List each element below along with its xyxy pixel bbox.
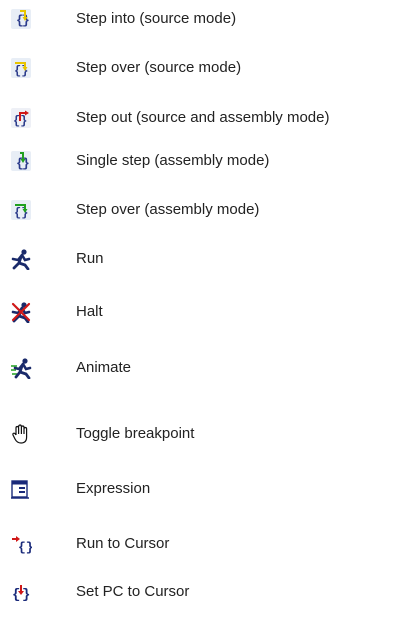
legend-row-step-out: {} Step out (source and assembly mode) — [0, 101, 417, 135]
hand-icon — [10, 423, 32, 445]
legend-label: Step over (source mode) — [76, 59, 242, 76]
legend-label: Set PC to Cursor — [76, 583, 190, 600]
legend-row-set-pc: { } Set PC to Cursor — [0, 575, 417, 609]
single-step-icon: { } — [10, 150, 32, 172]
legend-label: Run — [76, 250, 104, 267]
legend-row-run-to-cursor: {} Run to Cursor — [0, 527, 417, 561]
run-icon — [10, 248, 32, 270]
legend-label: Step over (assembly mode) — [76, 201, 260, 218]
legend-row-expression: Expression — [0, 472, 417, 506]
animate-icon — [10, 357, 32, 379]
legend-row-run: Run — [0, 242, 417, 276]
svg-text:{}: {} — [18, 540, 32, 555]
step-out-icon: {} — [10, 107, 32, 129]
svg-text:{: { — [12, 587, 20, 603]
svg-text:}: } — [22, 587, 30, 603]
legend-row-halt: Halt — [0, 295, 417, 329]
step-into-icon: { } — [10, 8, 32, 30]
legend-row-single-step: { } Single step (assembly mode) — [0, 144, 417, 178]
legend-row-animate: Animate — [0, 351, 417, 385]
legend-label: Toggle breakpoint — [76, 425, 195, 442]
run-to-cursor-icon: {} — [10, 533, 32, 555]
legend-label: Step out (source and assembly mode) — [76, 109, 330, 126]
legend-label: Halt — [76, 303, 103, 320]
legend-row-toggle-breakpoint: Toggle breakpoint — [0, 417, 417, 451]
legend-label: Step into (source mode) — [76, 10, 237, 27]
legend-label: Animate — [76, 359, 132, 376]
legend-row-step-over-source: {} Step over (source mode) — [0, 51, 417, 85]
legend-label: Single step (assembly mode) — [76, 152, 270, 169]
legend-label: Expression — [76, 480, 151, 497]
legend-row-step-into: { } Step into (source mode) — [0, 2, 417, 36]
legend-row-step-over-assembly: {} Step over (assembly mode) — [0, 193, 417, 227]
legend-label: Run to Cursor — [76, 535, 170, 552]
svg-text:{}: {} — [14, 206, 28, 220]
set-pc-icon: { } — [10, 581, 32, 603]
step-over-source-icon: {} — [10, 57, 32, 79]
svg-text:{}: {} — [14, 64, 28, 78]
halt-icon — [10, 301, 32, 323]
expression-icon — [10, 478, 32, 500]
step-over-assembly-icon: {} — [10, 199, 32, 221]
